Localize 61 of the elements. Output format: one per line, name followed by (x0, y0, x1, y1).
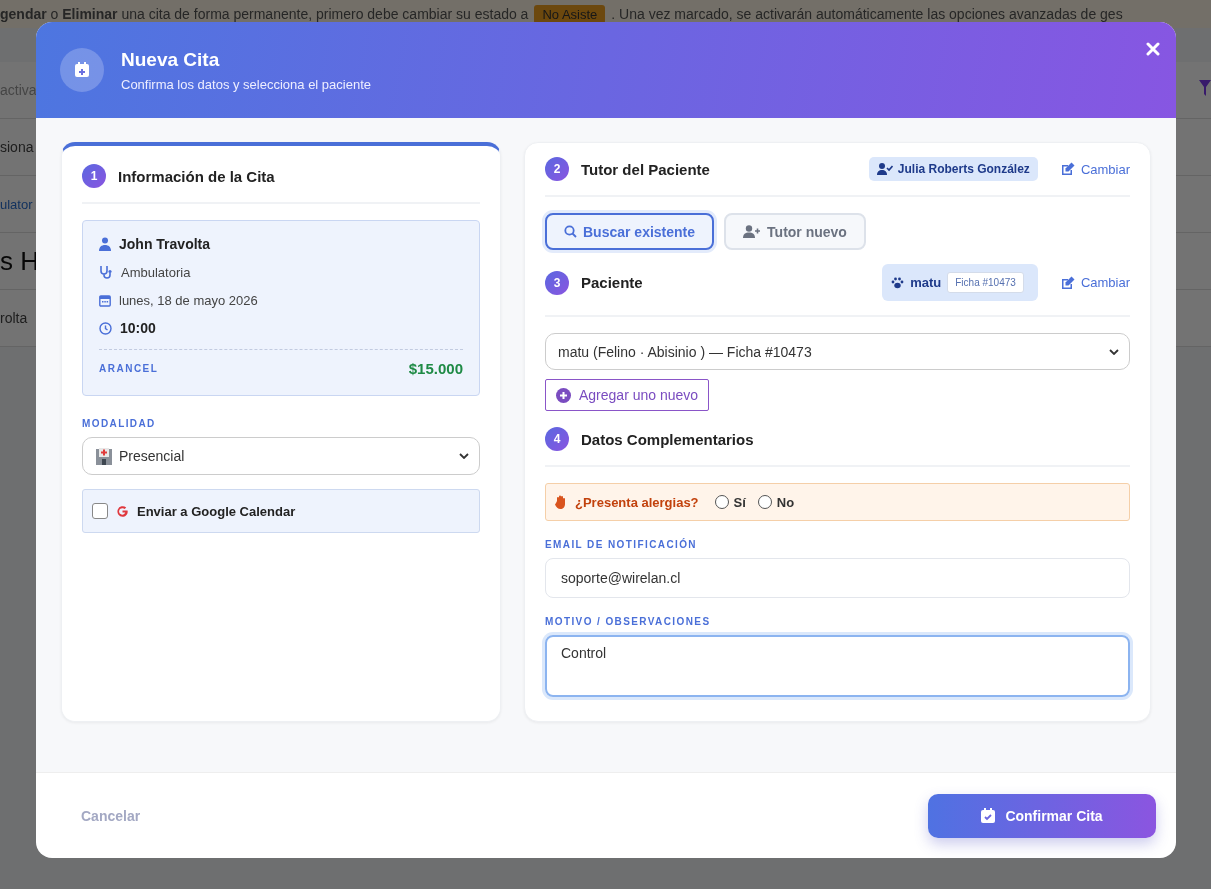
user-check-icon (876, 163, 893, 175)
search-icon (564, 225, 577, 238)
service-text: Ambulatoria (121, 264, 191, 280)
doctor-icon (99, 237, 111, 251)
time-text: 10:00 (120, 320, 156, 336)
hand-icon (555, 495, 567, 509)
radio-option[interactable]: Sí (714, 494, 746, 510)
notice-text: . Una vez marcado, se activarán automáticamente las opciones avanzadas de ges (611, 6, 1123, 22)
mode-toggle[interactable]: Buscar existente (545, 213, 715, 250)
date-text: lunes, 18 de mayo 2026 (119, 292, 258, 308)
patient-select[interactable]: matu (Felino · Abisinio ) — Ficha #10473 (545, 333, 1130, 370)
dialog-title: Nueva Cita (121, 48, 221, 71)
chevron-icon (1109, 348, 1119, 355)
checkbox[interactable] (92, 503, 108, 519)
section-title: Paciente (581, 274, 643, 291)
user-plus-icon (743, 225, 762, 238)
edit-icon (1059, 274, 1076, 291)
filter-icon (1199, 80, 1211, 98)
radio-option[interactable]: No (757, 494, 795, 510)
allergy-question: ¿Presenta alergias? (575, 494, 699, 510)
doctor-name: John Travolta (119, 236, 211, 252)
add-new-button[interactable]: Agregar uno nuevo (545, 379, 710, 411)
email-field[interactable]: soporte@wirelan.cl (545, 558, 1130, 598)
page-link[interactable]: ulator (0, 196, 36, 212)
tutor-chip: Julia Roberts González (868, 157, 1038, 181)
dialog-subtitle: Confirma los datos y selecciona el paciente (121, 76, 372, 92)
notice-text: gendar o Eliminar una cita de forma permanente, primero debe cambiar su estado a (0, 6, 529, 22)
change-link[interactable]: Cambiar (1059, 274, 1130, 291)
fee-amount: $15.000 (408, 360, 463, 377)
calendar-check-icon (981, 808, 996, 823)
chevron-icon (459, 453, 469, 459)
page-text: rolta (0, 310, 29, 326)
step-number: 1 (82, 164, 106, 188)
field-label: EMAIL DE NOTIFICACIÓN (545, 539, 698, 550)
notes-field[interactable]: Control (545, 635, 1130, 697)
section-title: Información de la Cita (118, 167, 275, 185)
plus-circle-icon (556, 387, 571, 403)
fee-label: ARANCEL (99, 363, 159, 374)
field-label: MOTIVO / OBSERVACIONES (545, 616, 712, 627)
calendar-icon (99, 293, 111, 307)
paw-icon (891, 276, 905, 289)
change-link[interactable]: Cambiar (1059, 161, 1130, 177)
calendar-plus-icon (60, 48, 104, 92)
record-badge: Ficha #10473 (947, 272, 1024, 293)
page-text: siona (0, 139, 35, 155)
confirm-button[interactable]: Confirmar Cita (928, 793, 1156, 838)
clock-icon (99, 321, 112, 335)
step-number: 4 (545, 427, 569, 451)
patient-name: matu (910, 275, 942, 290)
letter-g-icon (116, 504, 129, 518)
field-label: MODALIDAD (82, 418, 157, 429)
modality-select[interactable]: Presencial (82, 437, 480, 475)
section-title: Datos Complementarios (581, 430, 754, 448)
step-number: 2 (545, 157, 569, 181)
hospital-icon (95, 447, 113, 465)
mode-toggle[interactable]: Tutor nuevo (724, 213, 866, 250)
edit-icon (1059, 161, 1076, 177)
step-number: 3 (545, 270, 569, 295)
section-title: Tutor del Paciente (581, 160, 710, 178)
checkbox-label: Enviar a Google Calendar (137, 503, 296, 519)
stethoscope-icon (99, 265, 113, 279)
